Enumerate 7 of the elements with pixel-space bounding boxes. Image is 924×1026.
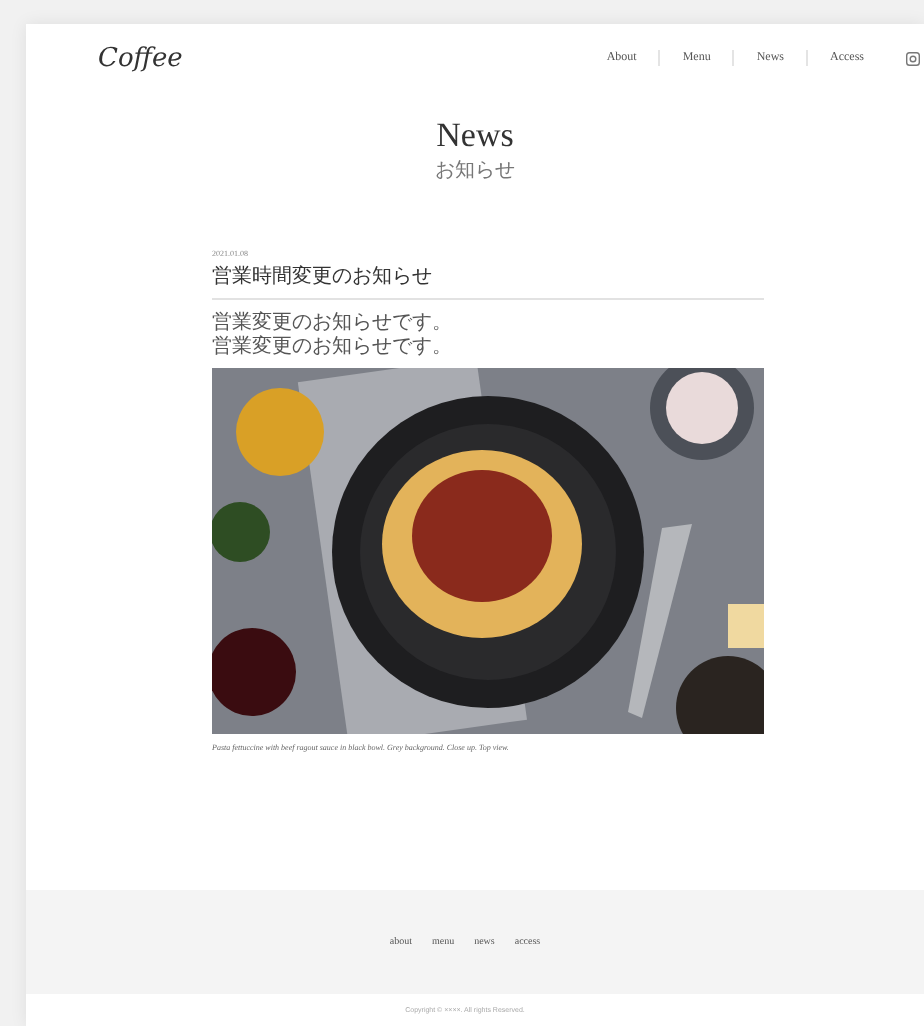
page-title: News <box>436 116 514 156</box>
instagram-icon[interactable] <box>906 51 920 65</box>
article-title: 営業時間変更のお知らせ <box>212 262 764 300</box>
logo[interactable]: Coffee <box>98 43 183 73</box>
page-subtitle: お知らせ <box>435 158 515 184</box>
article-paragraph: 営業変更のお知らせです。 <box>212 336 454 360</box>
article-paragraph: 営業変更のお知らせです。 <box>212 312 454 335</box>
